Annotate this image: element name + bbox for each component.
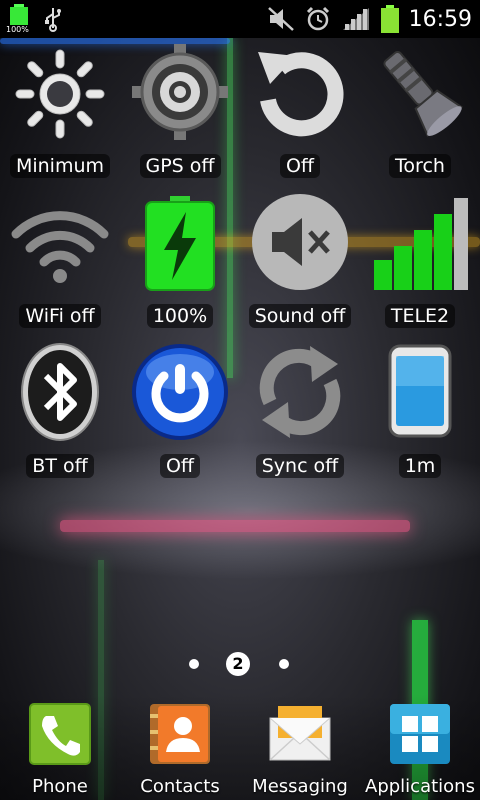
usb-icon	[45, 8, 61, 32]
bluetooth-icon	[21, 343, 99, 441]
dock: Phone Contacts Messaging Applications	[0, 694, 480, 800]
screen-timeout-icon	[388, 344, 452, 438]
auto-rotate-toggle[interactable]: Off	[240, 38, 360, 188]
page-indicator: 2	[0, 650, 480, 678]
widget-label: 1m	[398, 454, 442, 478]
widget-label: Sound off	[248, 304, 352, 328]
gps-icon	[132, 44, 228, 140]
screen-timeout-widget[interactable]: 1m	[360, 338, 480, 488]
gps-toggle[interactable]: GPS off	[120, 38, 240, 188]
sync-toggle[interactable]: Sync off	[240, 338, 360, 488]
dock-applications[interactable]: Applications	[360, 694, 480, 800]
dock-label: Phone	[32, 776, 88, 797]
rotate-icon	[258, 52, 344, 137]
status-clock: 16:59	[408, 6, 472, 32]
page-dot[interactable]	[279, 659, 289, 669]
widget-label: 100%	[146, 304, 214, 328]
battery-icon: 100%	[6, 4, 30, 34]
sync-icon	[259, 346, 341, 438]
network-widget[interactable]: TELE2	[360, 188, 480, 338]
dock-label: Applications	[365, 776, 475, 797]
signal-bars-icon	[374, 198, 468, 290]
torch-icon	[383, 50, 463, 137]
widget-label: Minimum	[9, 154, 111, 178]
wifi-toggle[interactable]: WiFi off	[0, 188, 120, 338]
apps-grid-icon	[390, 704, 450, 764]
widget-label: Sync off	[255, 454, 345, 478]
widget-label: GPS off	[139, 154, 221, 178]
status-bar: 100% 16:59	[0, 0, 480, 38]
phone-icon	[29, 703, 91, 765]
dock-phone[interactable]: Phone	[0, 694, 120, 800]
battery-full-icon	[380, 5, 399, 33]
alarm-icon	[306, 6, 329, 31]
power-toggle[interactable]: Off	[120, 338, 240, 488]
bluetooth-toggle[interactable]: BT off	[0, 338, 120, 488]
widget-label: TELE2	[384, 304, 456, 328]
brightness-toggle[interactable]: Minimum	[0, 38, 120, 188]
widget-label: Off	[159, 454, 201, 478]
dock-messaging[interactable]: Messaging	[240, 694, 360, 800]
wifi-icon	[11, 211, 109, 283]
widget-label: Off	[279, 154, 321, 178]
brightness-icon	[15, 49, 105, 139]
power-icon	[132, 344, 228, 440]
battery-widget[interactable]: 100%	[120, 188, 240, 338]
contacts-icon	[150, 704, 210, 764]
current-page-indicator: 2	[226, 652, 250, 676]
widget-label: Torch	[389, 154, 451, 178]
messaging-icon	[269, 706, 331, 761]
mute-icon	[267, 7, 294, 31]
dock-contacts[interactable]: Contacts	[120, 694, 240, 800]
widget-label: BT off	[26, 454, 94, 478]
dock-label: Messaging	[252, 776, 348, 797]
signal-icon	[342, 8, 369, 30]
speaker-mute-icon	[252, 194, 348, 290]
page-dot[interactable]	[189, 659, 199, 669]
torch-toggle[interactable]: Torch	[360, 38, 480, 188]
widget-label: WiFi off	[19, 304, 101, 328]
battery-small-label: 100%	[6, 25, 29, 34]
dock-label: Contacts	[140, 776, 220, 797]
battery-charging-icon	[145, 196, 215, 291]
sound-toggle[interactable]: Sound off	[240, 188, 360, 338]
